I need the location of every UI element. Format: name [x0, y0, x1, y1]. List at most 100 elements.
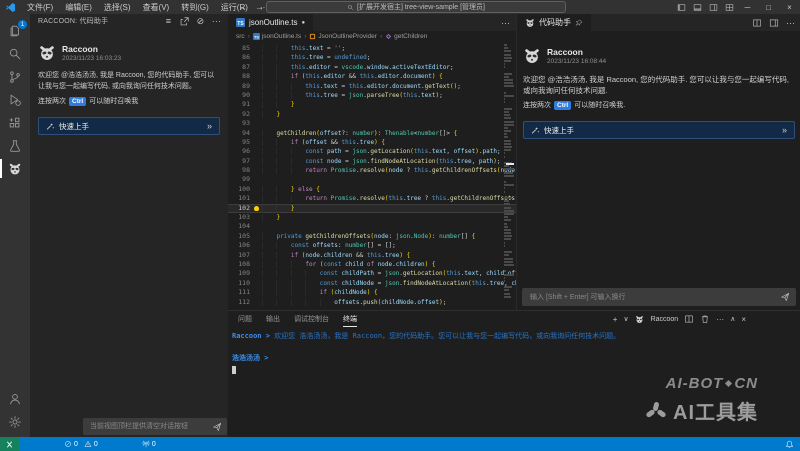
problems-status[interactable]: 0 0	[64, 440, 98, 448]
lightbulb-icon[interactable]	[254, 206, 259, 211]
chat-input[interactable]	[88, 422, 212, 431]
code-line[interactable]: 85 this.text = '';	[228, 44, 516, 53]
kill-terminal-icon[interactable]	[700, 314, 710, 324]
code-line[interactable]: 90 this.tree = json.parseTree(this.text)…	[228, 91, 516, 100]
nav-back-icon[interactable]: ←	[238, 2, 247, 12]
activity-settings[interactable]	[0, 410, 30, 433]
quick-start-button[interactable]: 快速上手 »	[38, 117, 220, 135]
line-number: 109	[228, 269, 250, 278]
line-number: 106	[228, 241, 250, 250]
code-line[interactable]: 89 this.text = this.editor.document.getT…	[228, 82, 516, 91]
code-line[interactable]: 91 }	[228, 100, 516, 109]
code-line[interactable]: 107 if (node.children && this.tree) {	[228, 251, 516, 260]
activity-extensions[interactable]	[0, 111, 30, 134]
code-line[interactable]: 96 const path = json.getLocation(this.te…	[228, 147, 516, 156]
assistant-more-actions[interactable]: ···	[786, 18, 795, 28]
tab-jsonoutline[interactable]: TS jsonOutline.ts ●	[228, 14, 314, 31]
history-icon[interactable]: ≡	[163, 16, 174, 27]
code-line[interactable]: 94 getChildren(offset?: number): Thenabl…	[228, 129, 516, 138]
toggle-secondary-sidebar-icon[interactable]	[705, 0, 721, 14]
close-button[interactable]: ×	[779, 0, 800, 14]
code-line[interactable]: 103 }	[228, 213, 516, 222]
code-line[interactable]: 112 offsets.push(childNode.offset);	[228, 298, 516, 307]
toggle-panel-icon[interactable]	[689, 0, 705, 14]
menu-item[interactable]: 文件(F)	[21, 2, 59, 13]
line-number: 95	[228, 138, 250, 147]
customize-layout-icon[interactable]	[721, 0, 737, 14]
code-line[interactable]: 93	[228, 119, 516, 128]
code-line[interactable]: 104	[228, 222, 516, 231]
breadcrumb-item[interactable]: src	[236, 33, 245, 40]
new-session-icon[interactable]	[179, 16, 190, 27]
code-line[interactable]: 99	[228, 175, 516, 184]
activity-source-control[interactable]	[0, 65, 30, 88]
layout-icon[interactable]	[769, 18, 779, 28]
maximize-panel-icon[interactable]: ∧	[730, 315, 735, 323]
code-line[interactable]: 98 return Promise.resolve(node ? this.ge…	[228, 166, 516, 175]
modified-dot-icon[interactable]: ●	[301, 20, 305, 26]
command-center[interactable]: [扩展开发宿主] tree-view-sample [管理员]	[266, 1, 566, 13]
remote-indicator[interactable]	[0, 437, 19, 451]
code-line[interactable]: 92 }	[228, 110, 516, 119]
notifications-bell[interactable]	[785, 437, 794, 451]
code-line[interactable]: 87 this.editor = vscode.window.activeTex…	[228, 63, 516, 72]
split-terminal-icon[interactable]	[684, 314, 694, 324]
activity-run-and-debug[interactable]	[0, 88, 30, 111]
code-line[interactable]: 97 const node = json.findNodeAtLocation(…	[228, 157, 516, 166]
panel-more-actions[interactable]: ···	[716, 315, 724, 324]
nav-forward-icon[interactable]: →	[255, 2, 264, 12]
quick-start-button[interactable]: 快速上手 »	[523, 121, 795, 139]
menu-item[interactable]: 转到(G)	[175, 2, 215, 13]
welcome-message: 欢迎您 @浩浩汤汤, 我是 Raccoon, 您的代码助手, 您可以让我与您一起…	[38, 71, 220, 92]
assistant-input[interactable]	[528, 293, 780, 302]
clear-chat-icon[interactable]: ⊘	[195, 16, 206, 27]
maximize-button[interactable]: □	[758, 0, 779, 14]
terminal-name[interactable]: Raccoon	[651, 316, 679, 323]
toggle-sidebar-icon[interactable]	[673, 0, 689, 14]
send-icon[interactable]	[780, 292, 790, 302]
tab-assistant[interactable]: 代码助手	[517, 14, 592, 31]
split-editor-icon[interactable]	[752, 18, 762, 28]
panel-tab-问题[interactable]: 问题	[238, 311, 252, 327]
code-line[interactable]: 95 if (offset && this.tree) {	[228, 138, 516, 147]
editor-more-actions[interactable]: ···	[501, 18, 510, 28]
send-icon[interactable]	[212, 422, 222, 432]
code-line[interactable]: 102 }	[228, 204, 516, 213]
code-line[interactable]: 105 private getChildrenOffsets(node: jso…	[228, 232, 516, 241]
code-line[interactable]: 110 const childNode = json.findNodeAtLoc…	[228, 279, 516, 288]
activity-raccoon-assistant[interactable]	[0, 157, 30, 180]
breadcrumb-item[interactable]: getChildren	[385, 33, 427, 40]
breadcrumb-item[interactable]: TSjsonOutline.ts	[253, 33, 301, 40]
code-line[interactable]: 106 const offsets: number[] = [];	[228, 241, 516, 250]
minimap[interactable]	[504, 44, 515, 308]
pin-icon[interactable]	[575, 19, 583, 27]
activity-explorer[interactable]: 1	[0, 19, 30, 42]
more-actions-icon[interactable]: ···	[211, 16, 222, 27]
code-line[interactable]: 109 const childPath = json.getLocation(t…	[228, 269, 516, 278]
breadcrumb-item[interactable]: JsonOutlineProvider	[309, 33, 377, 40]
code-area[interactable]: 85 this.text = '';86 this.tree = undefin…	[228, 42, 516, 310]
activity-accounts[interactable]	[0, 387, 30, 410]
new-terminal-icon[interactable]: +	[613, 315, 618, 324]
code-line[interactable]: 100 } else {	[228, 185, 516, 194]
minimize-button[interactable]: ─	[737, 0, 758, 14]
activity-test-view[interactable]	[0, 134, 30, 157]
code-line[interactable]: 108 for (const child of node.children) {	[228, 260, 516, 269]
code-line[interactable]: 111 if (childNode) {	[228, 288, 516, 297]
line-number: 87	[228, 63, 250, 72]
panel-tab-调试控制台[interactable]: 调试控制台	[294, 311, 329, 327]
code-line[interactable]: 86 this.tree = undefined;	[228, 53, 516, 62]
terminal-dropdown-icon[interactable]: ∨	[623, 315, 628, 323]
menu-item[interactable]: 编辑(E)	[59, 2, 98, 13]
close-panel-icon[interactable]: ×	[741, 315, 746, 324]
code-line[interactable]: 88 if (this.editor && this.editor.docume…	[228, 72, 516, 81]
menu-item[interactable]: 查看(V)	[137, 2, 176, 13]
menu-item[interactable]: 选择(S)	[98, 2, 137, 13]
panel-tab-输出[interactable]: 输出	[266, 311, 280, 327]
gear-icon	[8, 415, 22, 429]
title-bar: 文件(F)编辑(E)选择(S)查看(V)转到(G)运行(R) ··· ← → […	[0, 0, 800, 14]
activity-search[interactable]	[0, 42, 30, 65]
panel-tab-终端[interactable]: 终端	[343, 311, 357, 327]
ports-status[interactable]: 0	[142, 440, 156, 448]
code-line[interactable]: 101 return Promise.resolve(this.tree ? t…	[228, 194, 516, 203]
